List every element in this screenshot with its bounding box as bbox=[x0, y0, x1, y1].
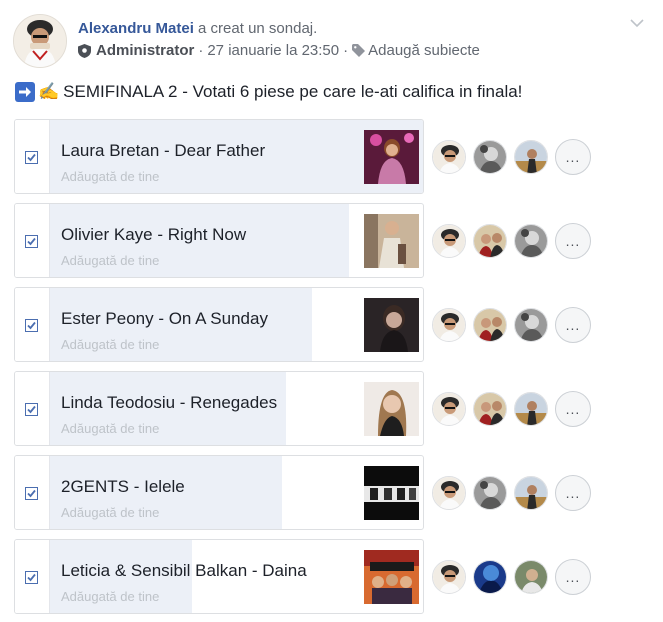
voter-avatar[interactable] bbox=[473, 224, 507, 258]
option-voters: ... bbox=[432, 307, 591, 343]
more-voters-button[interactable]: ... bbox=[555, 139, 591, 175]
post-action-text: a creat un sondaj. bbox=[198, 20, 318, 37]
voter-avatar[interactable] bbox=[473, 560, 507, 594]
checkmark-icon bbox=[27, 405, 36, 414]
option-thumbnail[interactable] bbox=[364, 550, 419, 604]
voter-avatar[interactable] bbox=[514, 224, 548, 258]
option-thumbnail[interactable] bbox=[364, 466, 419, 520]
voter-avatar[interactable] bbox=[514, 392, 548, 426]
option-title: Linda Teodosiu - Renegades bbox=[61, 393, 278, 412]
voter-avatar[interactable] bbox=[514, 140, 548, 174]
option-added-by: Adăugată de tine bbox=[61, 169, 160, 184]
option-checkbox[interactable] bbox=[25, 235, 38, 248]
option-voters: ... bbox=[432, 223, 591, 259]
option-title: 2GENTS - Ielele bbox=[61, 477, 185, 496]
post-meta: Administrator · 27 ianuarie la 23:50 · A… bbox=[78, 42, 480, 59]
option-voters: ... bbox=[432, 475, 591, 511]
poll-option[interactable]: Linda Teodosiu - Renegades Adăugată de ti… bbox=[14, 371, 424, 446]
author-avatar[interactable] bbox=[13, 14, 67, 68]
option-checkbox[interactable] bbox=[25, 571, 38, 584]
option-added-by: Adăugată de tine bbox=[61, 589, 160, 604]
more-voters-button[interactable]: ... bbox=[555, 391, 591, 427]
more-voters-button[interactable]: ... bbox=[555, 475, 591, 511]
option-voters: ... bbox=[432, 559, 591, 595]
option-title: Laura Bretan - Dear Father bbox=[61, 141, 266, 160]
voter-avatar[interactable] bbox=[473, 140, 507, 174]
voter-avatar[interactable] bbox=[432, 476, 466, 510]
post-text: ✍ SEMIFINALA 2 - Votati 6 piese pe care … bbox=[15, 82, 522, 102]
meta-separator: · bbox=[198, 42, 204, 59]
meta-separator: · bbox=[343, 42, 349, 59]
more-voters-button[interactable]: ... bbox=[555, 559, 591, 595]
post-text-content: SEMIFINALA 2 - Votati 6 piese pe care le… bbox=[63, 82, 523, 101]
voter-avatar[interactable] bbox=[473, 392, 507, 426]
poll-option[interactable]: Leticia & Sensibil Balkan - Daina Adăugat… bbox=[14, 539, 424, 614]
chevron-down-icon[interactable] bbox=[630, 18, 644, 28]
admin-role-label: Administrator bbox=[96, 42, 195, 59]
voter-avatar[interactable] bbox=[473, 308, 507, 342]
option-voters: ... bbox=[432, 391, 591, 427]
voter-avatar[interactable] bbox=[514, 308, 548, 342]
option-checkbox[interactable] bbox=[25, 319, 38, 332]
voter-avatar[interactable] bbox=[432, 560, 466, 594]
more-voters-button[interactable]: ... bbox=[555, 307, 591, 343]
checkmark-icon bbox=[27, 321, 36, 330]
option-title: Ester Peony - On A Sunday bbox=[61, 309, 268, 328]
option-title: Leticia & Sensibil Balkan - Daina bbox=[61, 561, 307, 580]
option-checkbox[interactable] bbox=[25, 487, 38, 500]
checkmark-icon bbox=[27, 153, 36, 162]
voter-avatar[interactable] bbox=[514, 560, 548, 594]
poll-option[interactable]: Ester Peony - On A Sunday Adăugată de tin… bbox=[14, 287, 424, 362]
voter-avatar[interactable] bbox=[432, 392, 466, 426]
voter-avatar[interactable] bbox=[432, 140, 466, 174]
option-checkbox[interactable] bbox=[25, 151, 38, 164]
option-title: Olivier Kaye - Right Now bbox=[61, 225, 247, 244]
voter-avatar[interactable] bbox=[473, 476, 507, 510]
option-added-by: Adăugată de tine bbox=[61, 421, 160, 436]
post-header-line: Alexandru Matei a creat un sondaj. bbox=[78, 20, 317, 37]
poll-option[interactable]: Olivier Kaye - Right Now Adăugată de tine bbox=[14, 203, 424, 278]
post-timestamp-link[interactable]: 27 ianuarie la 23:50 bbox=[207, 42, 339, 59]
option-thumbnail[interactable] bbox=[364, 298, 419, 352]
option-thumbnail[interactable] bbox=[364, 214, 419, 268]
voter-avatar[interactable] bbox=[432, 308, 466, 342]
option-thumbnail[interactable] bbox=[364, 130, 419, 184]
option-added-by: Adăugată de tine bbox=[61, 253, 160, 268]
option-added-by: Adăugată de tine bbox=[61, 337, 160, 352]
poll-option[interactable]: Laura Bretan - Dear Father Adăugată de ti… bbox=[14, 119, 424, 194]
poll-option[interactable]: 2GENTS - Ielele Adăugată de tine bbox=[14, 455, 424, 530]
option-added-by: Adăugată de tine bbox=[61, 505, 160, 520]
right-arrow-icon bbox=[15, 82, 35, 102]
checkmark-icon bbox=[27, 489, 36, 498]
checkmark-icon bbox=[27, 573, 36, 582]
voter-avatar[interactable] bbox=[432, 224, 466, 258]
more-voters-button[interactable]: ... bbox=[555, 223, 591, 259]
tag-icon bbox=[352, 44, 366, 57]
option-thumbnail[interactable] bbox=[364, 382, 419, 436]
voter-avatar[interactable] bbox=[514, 476, 548, 510]
add-topics-link[interactable]: Adaugă subiecte bbox=[368, 42, 480, 59]
option-checkbox[interactable] bbox=[25, 403, 38, 416]
writing-hand-icon: ✍ bbox=[38, 82, 60, 101]
option-voters: ... bbox=[432, 139, 591, 175]
author-name-link[interactable]: Alexandru Matei bbox=[78, 20, 194, 37]
admin-badge-icon bbox=[78, 43, 91, 58]
checkmark-icon bbox=[27, 237, 36, 246]
